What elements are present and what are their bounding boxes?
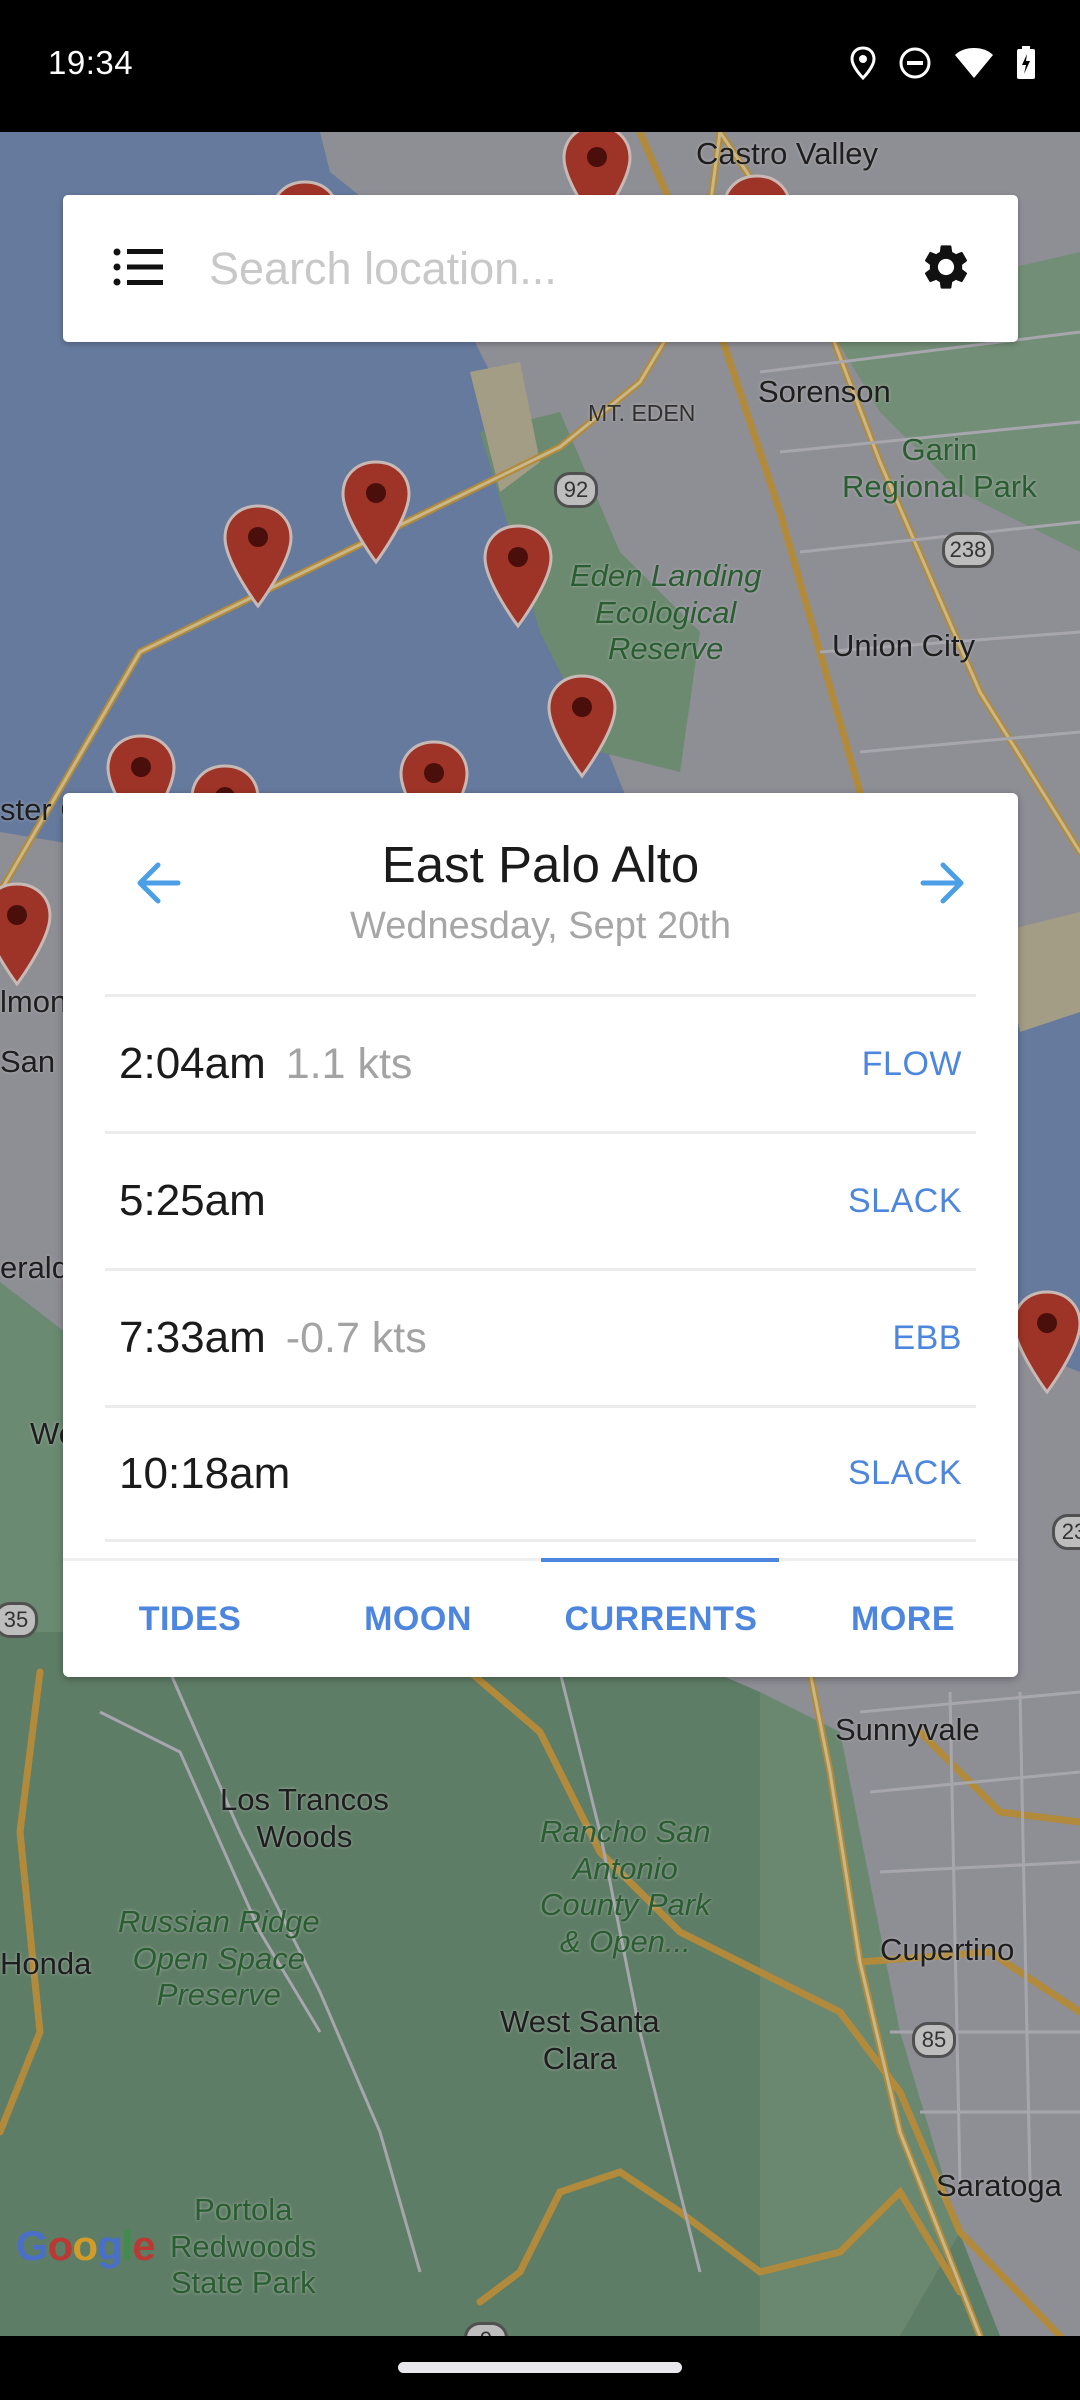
google-attribution-logo: Google <box>16 2222 156 2269</box>
event-speed: 1.1 kts <box>285 1039 413 1088</box>
event-time: 2:04am <box>119 1039 266 1088</box>
current-event-row[interactable]: 10:18am SLACK <box>105 1405 976 1542</box>
currents-card: East Palo Alto Wednesday, Sept 20th 2:04… <box>63 793 1018 1677</box>
tab-tides[interactable]: TIDES <box>85 1561 295 1677</box>
tab-bar: TIDES MOON CURRENTS MORE <box>63 1558 1018 1677</box>
list-icon <box>113 247 165 292</box>
map-label-union-city: Union City <box>832 628 975 663</box>
current-event-row[interactable]: 7:33am -0.7 kts EBB <box>105 1268 976 1405</box>
status-time: 19:34 <box>48 44 134 81</box>
map-pin[interactable] <box>543 672 621 780</box>
map-label-saratoga: Saratoga <box>936 2168 1062 2203</box>
home-gesture-handle[interactable] <box>398 2362 682 2373</box>
map-label-portola: Portola Redwoods State Park <box>170 2192 317 2301</box>
current-event-row[interactable]: 2:04am 1.1 kts FLOW <box>105 994 976 1131</box>
gear-icon <box>919 240 973 299</box>
location-icon <box>850 46 876 80</box>
event-speed: -0.7 kts <box>285 1313 427 1362</box>
map-label-russian-ridge: Russian Ridge Open Space Preserve <box>118 1904 320 2013</box>
map-pin[interactable] <box>479 522 557 630</box>
search-bar <box>63 195 1018 342</box>
map-pin[interactable] <box>0 880 56 988</box>
arrow-right-icon <box>919 861 967 910</box>
settings-button[interactable] <box>914 237 978 301</box>
current-event-row[interactable]: 5:25am SLACK <box>105 1131 976 1268</box>
search-location-input[interactable] <box>209 235 849 303</box>
wifi-icon <box>954 47 994 79</box>
tab-more[interactable]: MORE <box>803 1561 1003 1677</box>
route-shield-9: 9 <box>464 2322 508 2336</box>
card-header: East Palo Alto Wednesday, Sept 20th <box>63 793 1018 995</box>
do-not-disturb-icon <box>898 46 932 80</box>
event-type: SLACK <box>848 1454 962 1492</box>
map-label-los-trancos: Los Trancos Woods <box>220 1782 389 1854</box>
map-label-castro-valley: Castro Valley <box>696 136 879 171</box>
map-label-belmont: lmon <box>0 984 68 1019</box>
current-events-list: 2:04am 1.1 kts FLOW 5:25am SLACK 7:33am … <box>105 994 976 1542</box>
event-time: 7:33am <box>119 1313 266 1362</box>
event-time: 5:25am <box>119 1176 266 1225</box>
next-day-button[interactable] <box>903 845 983 925</box>
event-time: 10:18am <box>119 1448 291 1498</box>
route-shield-92: 92 <box>554 472 598 508</box>
status-icons <box>850 46 1036 80</box>
map-label-honda: Honda <box>0 1946 92 1981</box>
location-title: East Palo Alto <box>381 836 700 893</box>
route-shield-35: 35 <box>0 1602 38 1638</box>
route-shield-238: 238 <box>942 532 994 568</box>
map-label-rancho-san-antonio: Rancho San Antonio County Park & Open... <box>540 1814 711 1959</box>
map-label-san-carlos: San <box>0 1044 56 1079</box>
map-label-eden-landing: Eden Landing Ecological Reserve <box>570 558 762 667</box>
map-label-west-santa-clara: West Santa Clara <box>500 2004 660 2076</box>
map-label-mt-eden: MT. EDEN <box>588 400 696 426</box>
event-type: EBB <box>892 1318 962 1357</box>
menu-button[interactable] <box>111 241 167 297</box>
event-type: FLOW <box>861 1044 962 1083</box>
route-shield-23: 23 <box>1052 1514 1080 1550</box>
route-shield-85: 85 <box>912 2022 956 2058</box>
battery-charging-icon <box>1016 46 1036 80</box>
tab-moon[interactable]: MOON <box>313 1561 523 1677</box>
map-label-emerald: erald <box>0 1250 69 1285</box>
map-pin[interactable] <box>337 458 415 566</box>
map-pin[interactable] <box>1008 1288 1080 1396</box>
location-date: Wednesday, Sept 20th <box>350 905 731 947</box>
map-label-sunnyvale: Sunnyvale <box>835 1712 980 1747</box>
map-label-sorenson: Sorenson <box>758 374 891 409</box>
map-pin[interactable] <box>219 502 297 610</box>
map-label-garin: Garin Regional Park <box>842 432 1037 504</box>
status-bar: 19:34 <box>0 0 1080 132</box>
event-type: SLACK <box>848 1181 962 1220</box>
tab-currents[interactable]: CURRENTS <box>541 1561 781 1677</box>
map-label-cupertino: Cupertino <box>880 1932 1015 1967</box>
